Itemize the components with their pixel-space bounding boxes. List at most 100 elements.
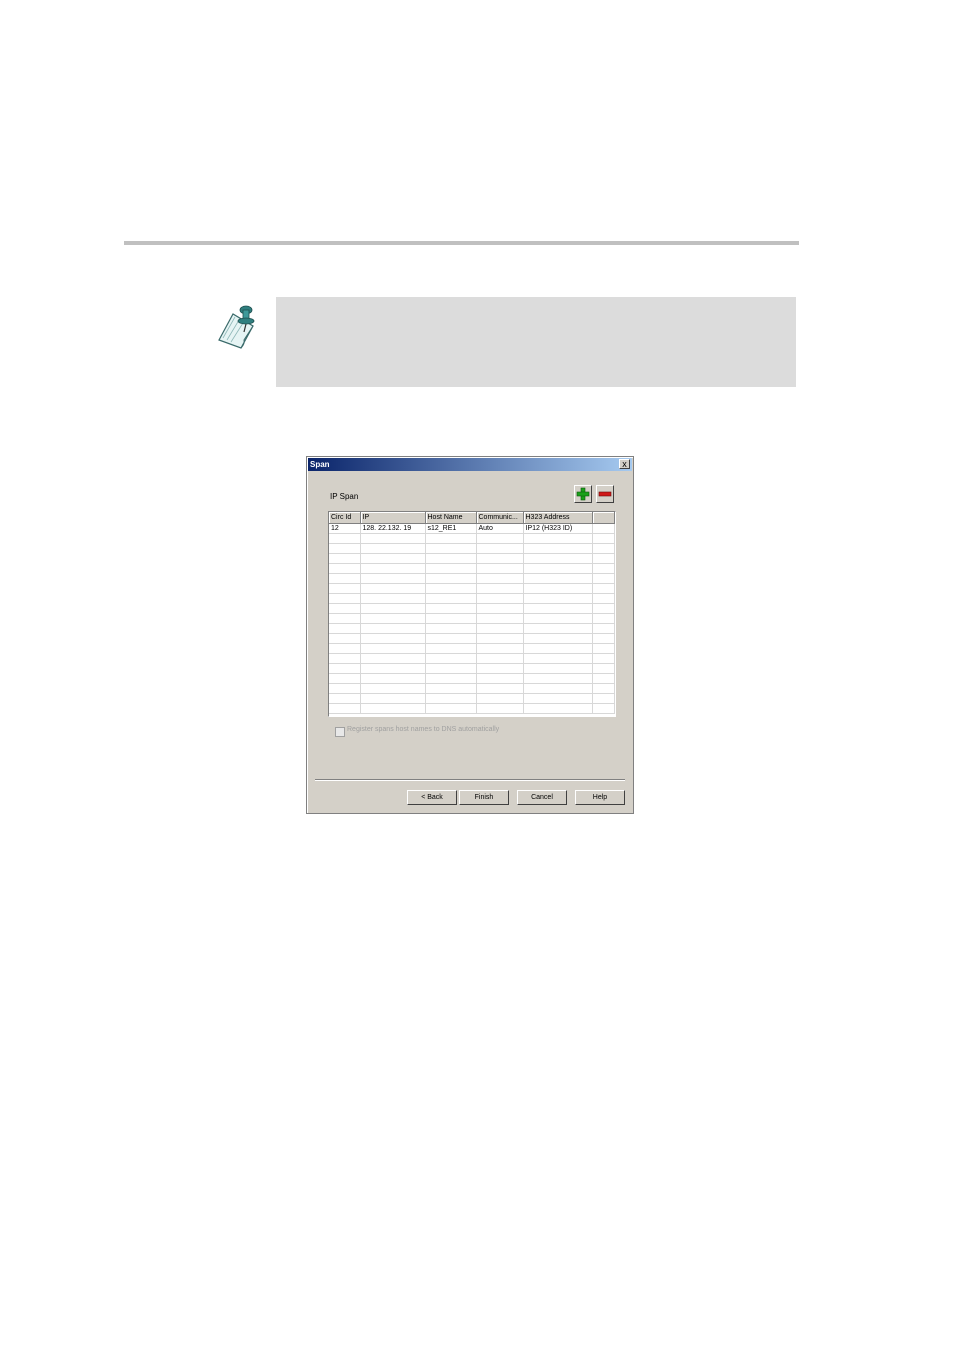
table-row[interactable] xyxy=(329,643,615,654)
table-cell xyxy=(476,703,524,714)
table-cell xyxy=(523,593,593,604)
table-row[interactable] xyxy=(329,583,615,594)
table-cell xyxy=(476,563,524,574)
column-header[interactable]: H323 Address xyxy=(523,512,593,524)
help-button[interactable]: Help xyxy=(575,790,625,805)
table-cell xyxy=(523,563,593,574)
remove-span-button[interactable] xyxy=(596,485,614,503)
table-row[interactable] xyxy=(329,543,615,554)
table-cell xyxy=(360,633,426,644)
table-cell xyxy=(476,603,524,614)
table-row[interactable] xyxy=(329,673,615,684)
table-cell xyxy=(425,643,477,654)
table-row[interactable] xyxy=(329,703,615,714)
note-pushpin-icon xyxy=(215,300,261,350)
table-cell xyxy=(523,653,593,664)
table-cell xyxy=(476,613,524,624)
button-separator xyxy=(315,779,625,781)
table-row[interactable] xyxy=(329,653,615,664)
table-row[interactable] xyxy=(329,683,615,694)
table-cell xyxy=(360,623,426,634)
table-cell xyxy=(523,583,593,594)
column-header[interactable]: Host Name xyxy=(425,512,477,524)
table-cell xyxy=(592,573,615,584)
table-cell xyxy=(592,613,615,624)
table-cell xyxy=(425,583,477,594)
table-cell xyxy=(329,693,361,704)
table-cell xyxy=(523,663,593,674)
table-cell xyxy=(476,663,524,674)
table-cell xyxy=(476,553,524,564)
table-cell xyxy=(425,623,477,634)
table-cell xyxy=(360,613,426,624)
table-cell xyxy=(476,533,524,544)
table-cell xyxy=(329,553,361,564)
table-cell xyxy=(476,543,524,554)
table-cell xyxy=(592,633,615,644)
table-cell xyxy=(523,553,593,564)
table-cell xyxy=(592,533,615,544)
table-cell xyxy=(329,533,361,544)
note-box xyxy=(276,297,796,387)
table-cell xyxy=(523,673,593,684)
column-header[interactable]: Circ Id xyxy=(329,512,361,524)
table-row[interactable]: 12 128. 22.132. 19 s12_RE1 Auto IP12 (H323 I… xyxy=(329,523,615,534)
table-cell xyxy=(360,553,426,564)
table-cell xyxy=(476,653,524,664)
table-cell xyxy=(476,673,524,684)
table-cell xyxy=(360,663,426,674)
table-cell xyxy=(476,693,524,704)
table-cell xyxy=(592,623,615,634)
table-cell xyxy=(425,663,477,674)
table-row[interactable] xyxy=(329,563,615,574)
table-cell xyxy=(523,533,593,544)
table-cell xyxy=(329,593,361,604)
back-button[interactable]: < Back xyxy=(407,790,457,805)
table-cell xyxy=(476,683,524,694)
table-cell: s12_RE1 xyxy=(425,523,477,534)
table-cell xyxy=(425,673,477,684)
table-cell xyxy=(523,623,593,634)
title-bar: Span x xyxy=(308,458,632,471)
column-header[interactable]: Communic... xyxy=(476,512,524,524)
table-cell xyxy=(592,693,615,704)
table-row[interactable] xyxy=(329,623,615,634)
table-cell xyxy=(329,573,361,584)
table-row[interactable] xyxy=(329,553,615,564)
table-cell xyxy=(476,623,524,634)
table-cell xyxy=(592,703,615,714)
table-cell xyxy=(592,553,615,564)
register-dns-label: Register spans host names to DNS automat… xyxy=(347,726,500,733)
ip-span-table[interactable]: Circ Id IP Host Name Communic... H323 Addres… xyxy=(328,511,616,717)
table-cell xyxy=(523,613,593,624)
close-icon: x xyxy=(622,459,627,469)
table-cell xyxy=(592,643,615,654)
table-cell xyxy=(329,633,361,644)
table-cell xyxy=(476,643,524,654)
finish-button[interactable]: Finish xyxy=(459,790,509,805)
table-cell xyxy=(329,703,361,714)
column-header[interactable] xyxy=(592,512,615,524)
add-span-button[interactable] xyxy=(574,485,592,503)
table-cell xyxy=(329,623,361,634)
table-row[interactable] xyxy=(329,603,615,614)
table-cell xyxy=(592,653,615,664)
table-row[interactable] xyxy=(329,533,615,544)
table-row[interactable] xyxy=(329,633,615,644)
table-row[interactable] xyxy=(329,573,615,584)
table-row[interactable] xyxy=(329,663,615,674)
close-button[interactable]: x xyxy=(619,459,630,469)
table-cell xyxy=(360,583,426,594)
table-cell xyxy=(425,533,477,544)
table-cell xyxy=(360,533,426,544)
table-row[interactable] xyxy=(329,593,615,604)
table-cell xyxy=(360,673,426,684)
ip-span-label: IP Span xyxy=(330,492,359,501)
table-cell xyxy=(523,703,593,714)
cancel-button[interactable]: Cancel xyxy=(517,790,567,805)
table-cell xyxy=(360,653,426,664)
column-header[interactable]: IP xyxy=(360,512,426,524)
table-row[interactable] xyxy=(329,693,615,704)
table-row[interactable] xyxy=(329,613,615,624)
register-dns-checkbox[interactable] xyxy=(335,727,345,737)
